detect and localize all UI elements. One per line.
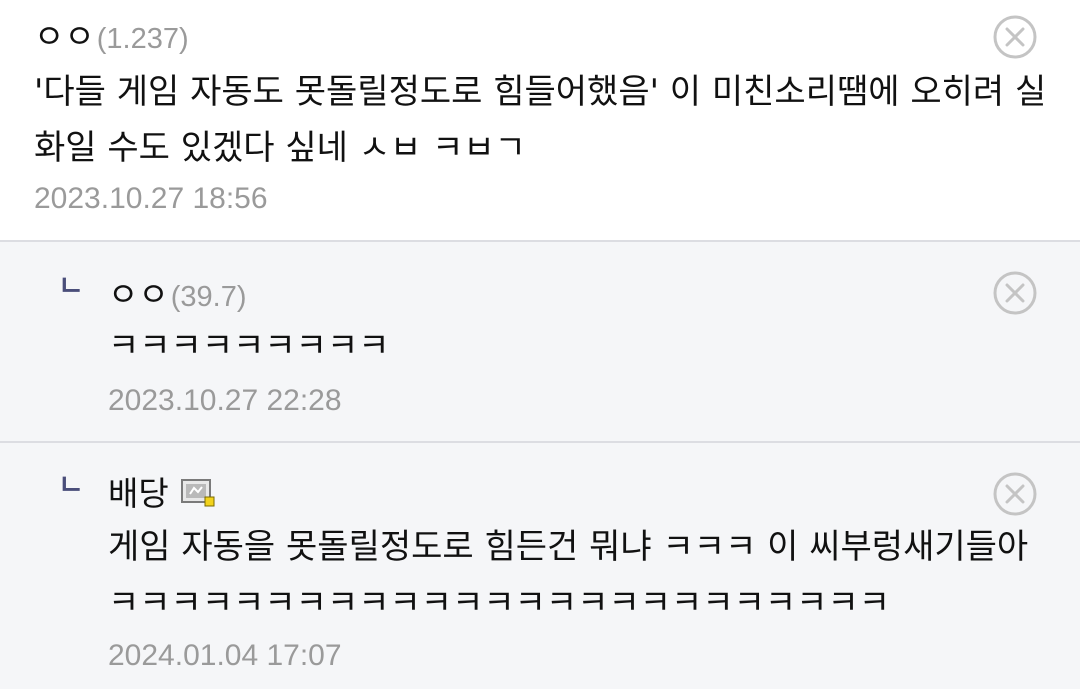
comment-text: '다들 게임 자동도 못돌릴정도로 힘들어했음' 이 미친소리땜에 오히려 실 … <box>34 64 1046 176</box>
delete-comment-button[interactable] <box>992 270 1038 316</box>
comment-text-line: 게임 자동을 못돌릴정도로 힘든건 뭐냐 ㅋㅋㅋ 이 씨부렁새기들아 <box>108 527 1029 567</box>
comment-author: 배당 <box>108 467 215 515</box>
comment-author: ㅇㅇ (39.7) <box>108 268 247 316</box>
comment-text: ㅋㅋㅋㅋㅋㅋㅋㅋㅋ <box>108 318 390 374</box>
reply-mark: ㄴ <box>58 468 84 501</box>
comment-author: ㅇㅇ (1.237) <box>34 10 189 58</box>
comment-text: 게임 자동을 못돌릴정도로 힘든건 뭐냐 ㅋㅋㅋ 이 씨부렁새기들아 ㅋㅋㅋㅋㅋ… <box>108 519 1028 631</box>
close-circle-icon <box>993 472 1037 516</box>
comment-item: ㅇㅇ (1.237) '다들 게임 자동도 못돌릴정도로 힘들어했음' 이 미친… <box>0 0 1080 240</box>
close-circle-icon <box>993 15 1037 59</box>
comment-date: 2023.10.27 22:28 <box>108 384 342 417</box>
delete-comment-button[interactable] <box>992 471 1038 517</box>
author-ip: (39.7) <box>170 281 247 313</box>
author-name[interactable]: ㅇㅇ <box>34 10 95 58</box>
author-ip: (1.237) <box>96 23 189 55</box>
author-name[interactable]: 배당 <box>108 467 169 515</box>
close-circle-icon <box>993 271 1037 315</box>
comment-text-line: '다들 게임 자동도 못돌릴정도로 힘들어했음' 이 미친소리땜에 오히려 실 <box>34 72 1047 112</box>
comment-text-line: ㅋㅋㅋㅋㅋㅋㅋㅋㅋ <box>108 326 390 366</box>
comment-date: 2023.10.27 18:56 <box>34 182 268 215</box>
delete-comment-button[interactable] <box>992 14 1038 60</box>
reply-item: ㄴ 배당 게임 자동을 못돌릴정도로 힘든건 뭐냐 ㅋㅋㅋ 이 씨부렁새기들아 … <box>0 441 1080 689</box>
reply-item: ㄴ ㅇㅇ (39.7) ㅋㅋㅋㅋㅋㅋㅋㅋㅋ 2023.10.27 22:28 <box>0 240 1080 441</box>
comment-date: 2024.01.04 17:07 <box>108 639 342 672</box>
fixed-nickname-icon <box>180 479 215 507</box>
author-name[interactable]: ㅇㅇ <box>108 268 169 316</box>
reply-mark: ㄴ <box>58 269 84 302</box>
comment-text-line: 화일 수도 있겠다 싶네 ㅅㅂ ㅋㅂㄱ <box>34 128 526 168</box>
comment-text-line: ㅋㅋㅋㅋㅋㅋㅋㅋㅋㅋㅋㅋㅋㅋㅋㅋㅋㅋㅋㅋㅋㅋㅋㅋㅋ <box>108 583 890 623</box>
